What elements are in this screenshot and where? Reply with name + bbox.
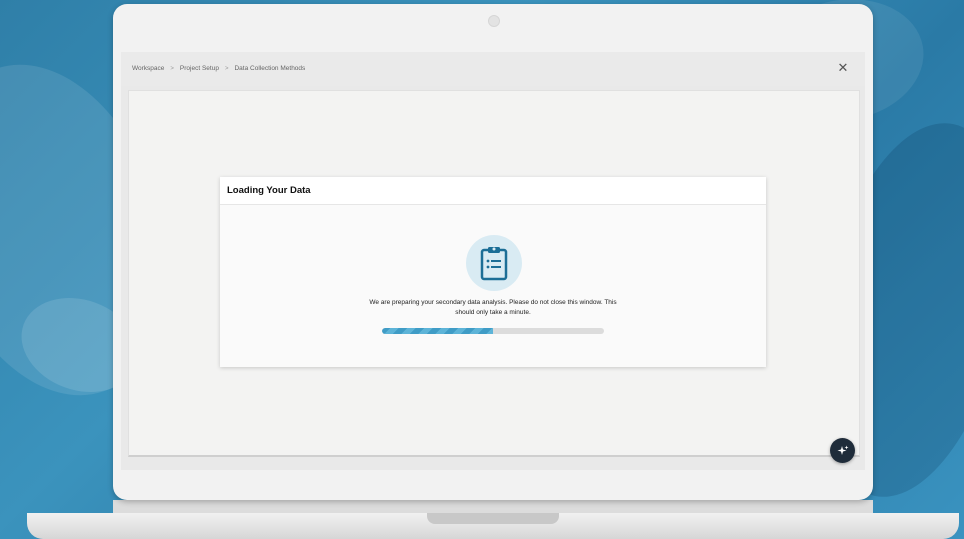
laptop-lid: Workspace > Project Setup > Data Collect… xyxy=(113,4,873,500)
modal-header: Loading Your Data xyxy=(220,177,766,205)
close-button[interactable]: ✕ xyxy=(835,60,851,76)
progress-bar-fill xyxy=(382,328,493,334)
loading-modal: Loading Your Data We are preparing your … xyxy=(220,177,766,367)
progress-bar xyxy=(382,328,604,334)
laptop-hinge xyxy=(113,500,873,514)
breadcrumb-item-data-collection-methods: Data Collection Methods xyxy=(234,65,306,72)
breadcrumb-separator: > xyxy=(224,65,229,72)
modal-title: Loading Your Data xyxy=(227,185,311,196)
sparkle-icon xyxy=(837,445,848,455)
ai-assistant-button[interactable] xyxy=(830,438,855,463)
breadcrumb-item-project-setup[interactable]: Project Setup xyxy=(180,65,219,72)
laptop-notch xyxy=(427,513,559,524)
content-area: Loading Your Data We are preparing your … xyxy=(128,90,860,457)
app-screen: Workspace > Project Setup > Data Collect… xyxy=(121,52,865,470)
breadcrumb: Workspace > Project Setup > Data Collect… xyxy=(132,65,305,72)
scene: Workspace > Project Setup > Data Collect… xyxy=(0,0,964,539)
clipboard-list-icon xyxy=(466,235,522,291)
loading-message: We are preparing your secondary data ana… xyxy=(369,299,617,316)
breadcrumb-item-workspace[interactable]: Workspace xyxy=(132,65,164,72)
top-bar: Workspace > Project Setup > Data Collect… xyxy=(121,52,865,86)
camera xyxy=(488,15,500,27)
breadcrumb-separator: > xyxy=(170,65,174,72)
